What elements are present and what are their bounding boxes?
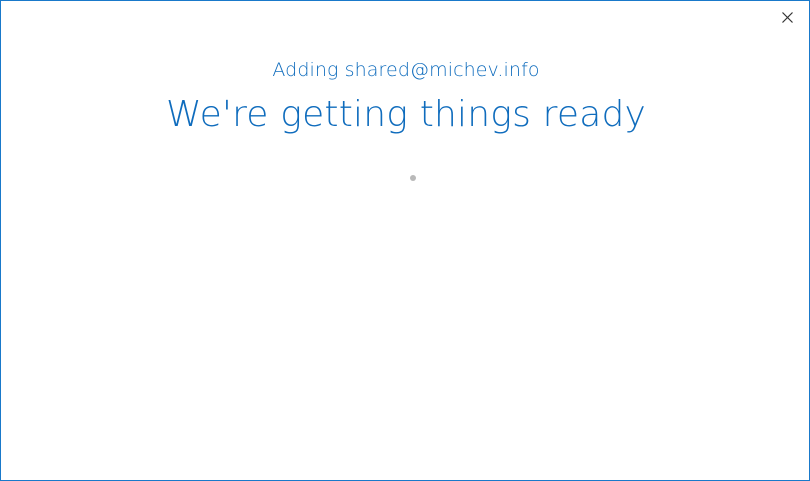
close-icon — [781, 11, 793, 23]
close-button[interactable] — [775, 5, 799, 29]
account-subtitle: Adding shared@michev.info — [272, 59, 540, 81]
setup-dialog: Adding shared@michev.info We're getting … — [0, 0, 810, 481]
page-title: We're getting things ready — [165, 94, 647, 135]
progress-dot — [410, 175, 416, 181]
